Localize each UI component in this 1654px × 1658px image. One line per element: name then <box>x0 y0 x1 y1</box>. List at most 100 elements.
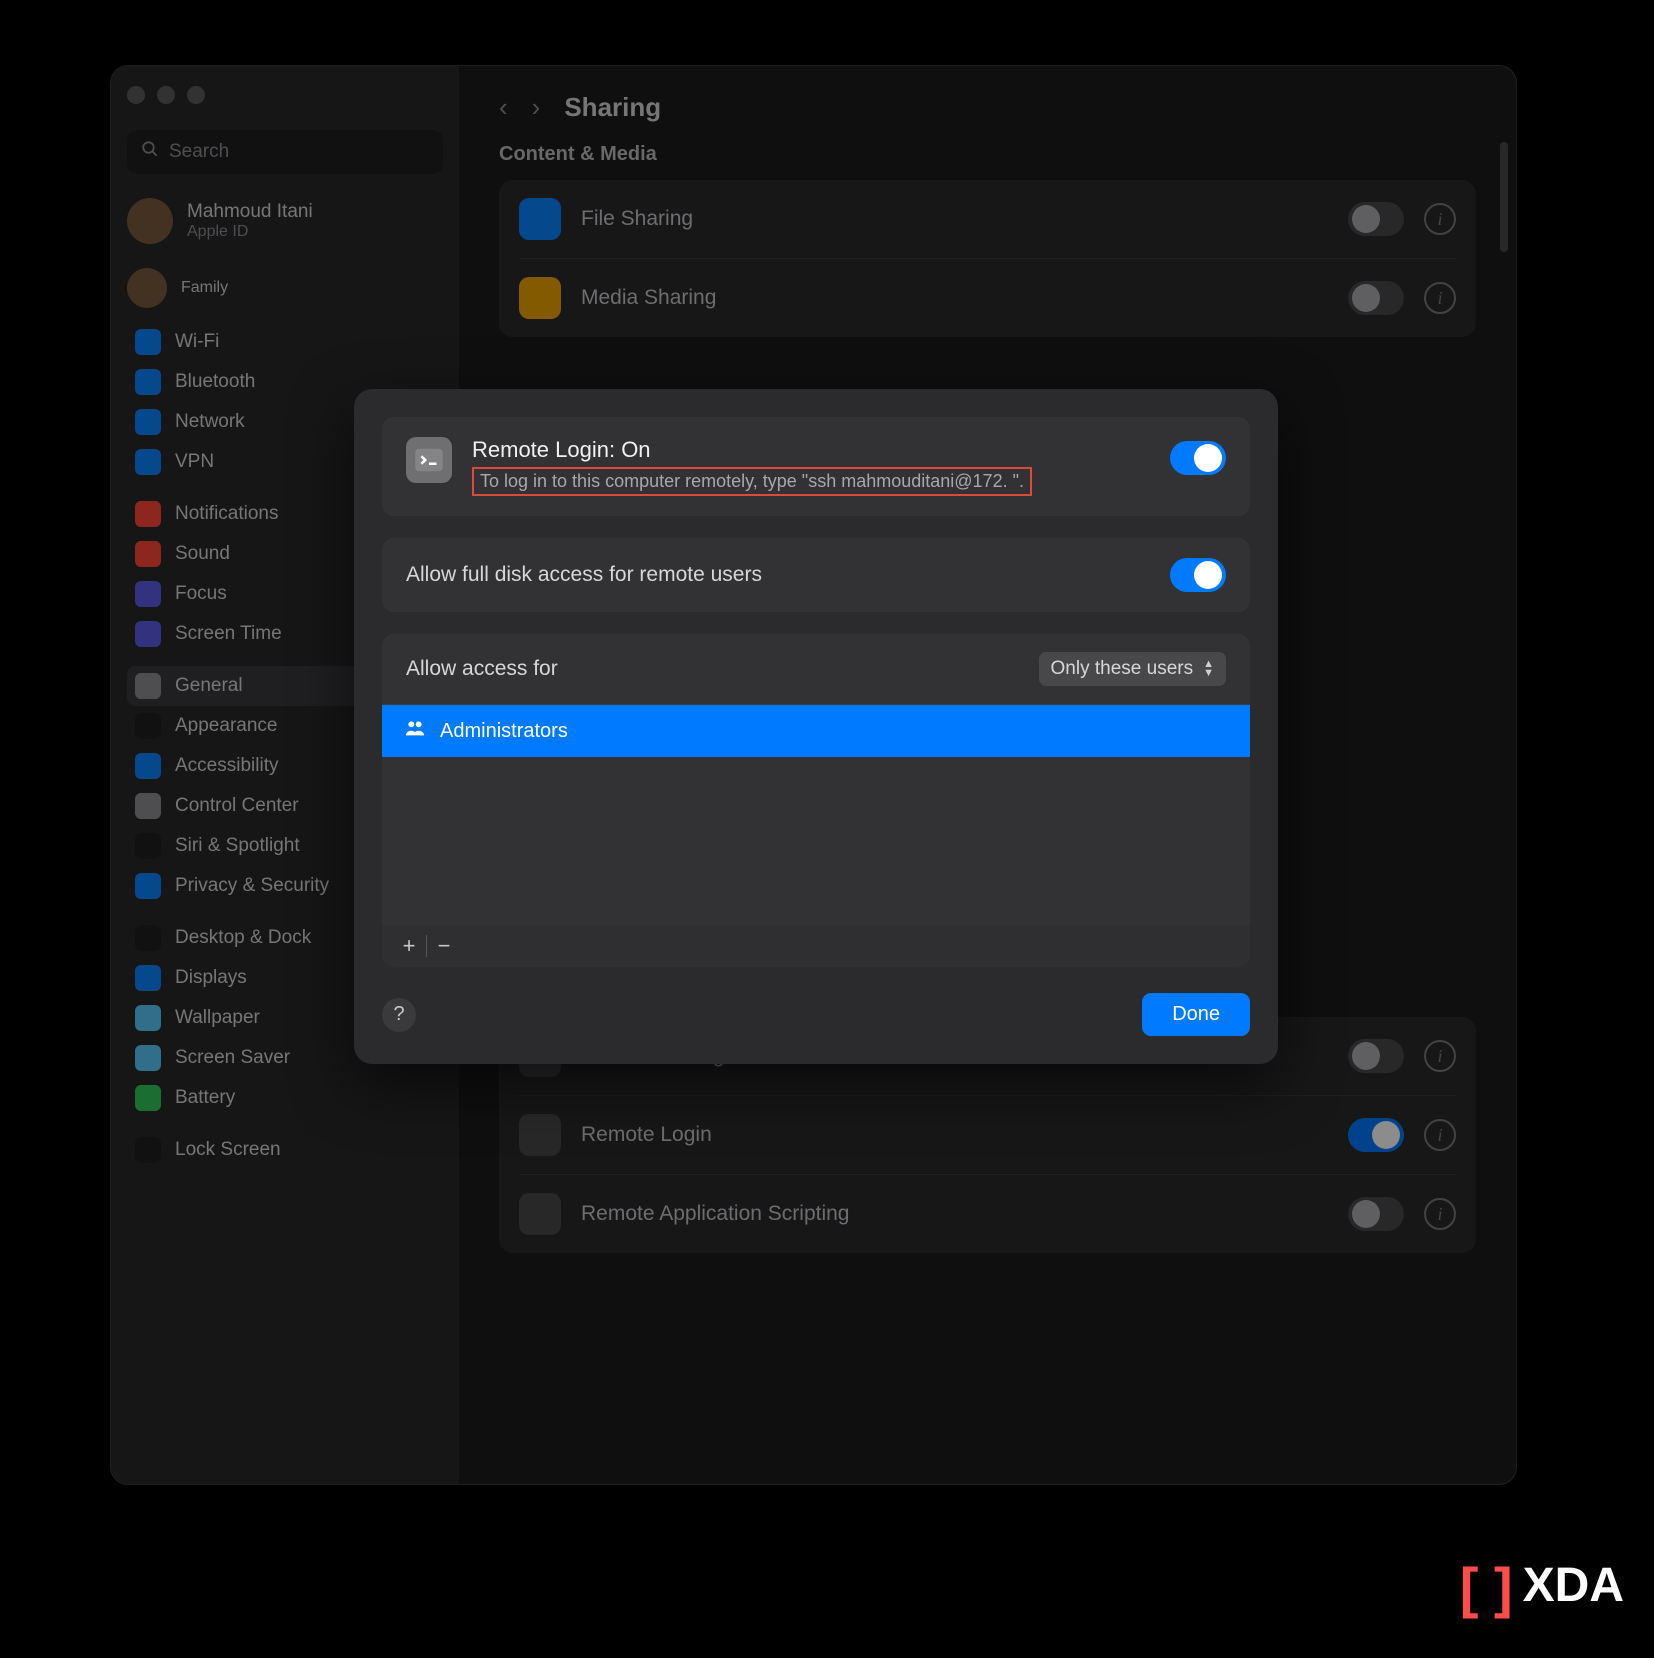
sidebar-icon <box>135 621 161 647</box>
row-icon <box>519 1114 561 1156</box>
sidebar-icon <box>135 369 161 395</box>
sidebar-icon <box>135 1137 161 1163</box>
modal-desc: To log in to this computer remotely, typ… <box>480 471 1024 492</box>
info-icon[interactable]: i <box>1424 282 1456 314</box>
info-icon[interactable]: i <box>1424 1119 1456 1151</box>
access-value: Only these users <box>1051 658 1194 680</box>
row-toggle[interactable] <box>1348 1118 1404 1152</box>
sidebar-item-label: General <box>175 675 243 697</box>
watermark: [ ] XDA <box>1460 1553 1624 1618</box>
list-footer: + − <box>382 925 1250 967</box>
content-media-card: File Sharing i Media Sharing i <box>499 180 1476 337</box>
row-label: Remote Application Scripting <box>581 1202 1328 1226</box>
sidebar-item-label: Wi-Fi <box>175 331 219 353</box>
sidebar-item-label: Displays <box>175 967 247 989</box>
sidebar-icon <box>135 925 161 951</box>
sidebar-item-label: Focus <box>175 583 227 605</box>
sidebar-icon <box>135 1005 161 1031</box>
sidebar-icon <box>135 449 161 475</box>
remote-login-modal: Remote Login: On To log in to this compu… <box>354 389 1278 1064</box>
remove-button[interactable]: − <box>427 929 461 963</box>
sidebar-item-label: Battery <box>175 1087 235 1109</box>
row-toggle[interactable] <box>1348 281 1404 315</box>
user-name: Mahmoud Itani <box>187 201 313 223</box>
search-placeholder: Search <box>169 141 229 163</box>
forward-icon[interactable]: › <box>532 92 541 123</box>
sharing-row-remote-login: Remote Login i <box>519 1096 1456 1175</box>
sidebar-item-label: Wallpaper <box>175 1007 260 1029</box>
list-item-label: Administrators <box>440 720 568 743</box>
search-input[interactable]: Search <box>127 130 443 174</box>
sidebar-item-lock-screen[interactable]: Lock Screen <box>127 1130 443 1170</box>
sidebar-item-label: Screen Saver <box>175 1047 290 1069</box>
apple-id-row[interactable]: Mahmoud Itani Apple ID <box>127 198 443 244</box>
ssh-instructions-box: To log in to this computer remotely, typ… <box>472 467 1032 496</box>
access-dropdown[interactable]: Only these users ▲▼ <box>1039 652 1226 686</box>
done-button[interactable]: Done <box>1142 993 1250 1036</box>
add-button[interactable]: + <box>392 929 426 963</box>
sharing-row: Media Sharing i <box>519 259 1456 337</box>
help-icon[interactable]: ? <box>382 998 416 1032</box>
info-icon[interactable]: i <box>1424 1040 1456 1072</box>
row-toggle[interactable] <box>1348 1039 1404 1073</box>
row-toggle[interactable] <box>1348 1197 1404 1231</box>
sidebar-item-label: Desktop & Dock <box>175 927 311 949</box>
search-icon <box>141 140 159 164</box>
sidebar-icon <box>135 541 161 567</box>
row-label: File Sharing <box>581 207 1328 231</box>
sidebar-item-label: Control Center <box>175 795 299 817</box>
close-icon[interactable] <box>127 86 145 104</box>
sidebar-icon <box>135 1085 161 1111</box>
sidebar-icon <box>135 1045 161 1071</box>
avatar <box>127 198 173 244</box>
list-item[interactable]: Administrators <box>382 705 1250 757</box>
row-icon <box>519 277 561 319</box>
info-icon[interactable]: i <box>1424 203 1456 235</box>
sidebar-item-label: Notifications <box>175 503 279 525</box>
row-label: Media Sharing <box>581 286 1328 310</box>
sidebar-item-label: VPN <box>175 451 214 473</box>
sharing-row: File Sharing i <box>519 180 1456 259</box>
sidebar-icon <box>135 833 161 859</box>
chevron-updown-icon: ▲▼ <box>1203 660 1214 678</box>
terminal-icon <box>406 437 452 483</box>
sidebar-icon <box>135 793 161 819</box>
row-icon <box>519 198 561 240</box>
family-row[interactable]: Family <box>127 268 443 308</box>
back-icon[interactable]: ‹ <box>499 92 508 123</box>
sidebar-item-label: Network <box>175 411 245 433</box>
page-title: Sharing <box>564 92 661 123</box>
nav: ‹ › Sharing <box>499 92 1476 123</box>
remote-login-toggle[interactable] <box>1170 441 1226 475</box>
scrollbar[interactable] <box>1500 142 1508 252</box>
sidebar-icon <box>135 713 161 739</box>
modal-footer: ? Done <box>382 993 1250 1036</box>
sidebar-item-label: Lock Screen <box>175 1139 281 1161</box>
row-toggle[interactable] <box>1348 202 1404 236</box>
minimize-icon[interactable] <box>157 86 175 104</box>
sidebar-item-wi-fi[interactable]: Wi-Fi <box>127 322 443 362</box>
sidebar-item-label: Privacy & Security <box>175 875 329 897</box>
full-disk-row: Allow full disk access for remote users <box>382 538 1250 612</box>
sidebar-item-label: Screen Time <box>175 623 282 645</box>
access-label: Allow access for <box>406 657 558 681</box>
bracket-icon: [ ] <box>1460 1555 1513 1620</box>
sharing-row-remote-application-scripting: Remote Application Scripting i <box>519 1175 1456 1253</box>
full-disk-toggle[interactable] <box>1170 558 1226 592</box>
family-avatar <box>127 268 167 308</box>
sidebar-item-battery[interactable]: Battery <box>127 1078 443 1118</box>
sidebar-icon <box>135 873 161 899</box>
full-disk-label: Allow full disk access for remote users <box>406 563 1150 587</box>
watermark-label: XDA <box>1523 1558 1624 1613</box>
sidebar-item-label: Appearance <box>175 715 277 737</box>
access-block: Allow access for Only these users ▲▼ Adm… <box>382 634 1250 967</box>
sidebar-icon <box>135 753 161 779</box>
user-list: Administrators <box>382 705 1250 925</box>
sidebar-icon <box>135 501 161 527</box>
users-icon <box>404 717 426 745</box>
fullscreen-icon[interactable] <box>187 86 205 104</box>
sidebar-icon <box>135 965 161 991</box>
info-icon[interactable]: i <box>1424 1198 1456 1230</box>
sidebar-icon <box>135 673 161 699</box>
traffic-lights <box>127 86 443 104</box>
